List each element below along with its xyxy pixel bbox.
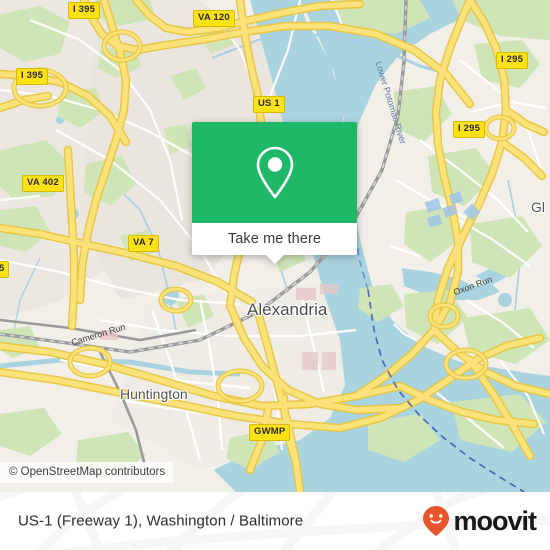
shield-i-395-top: I 395 — [68, 2, 101, 19]
callout-pointer-tail — [265, 255, 284, 264]
shield-us-1: US 1 — [253, 96, 285, 113]
moovit-wordmark: moovit — [453, 505, 537, 536]
water-pond-3 — [498, 293, 512, 307]
footer-bar: US-1 (Freeway 1), Washington / Baltimore… — [0, 492, 550, 550]
shield-va-120: VA 120 — [193, 10, 235, 27]
callout-header — [192, 122, 357, 223]
place-label-glassmanor-cut: Gl — [531, 199, 545, 215]
location-pin-icon — [256, 146, 293, 198]
shield-i-295-mid: I 295 — [453, 121, 486, 138]
map-canvas[interactable]: I 395 VA 120 I 395 US 1 I 295 I 295 VA 4… — [0, 0, 550, 492]
moovit-brand[interactable]: moovit — [421, 505, 537, 537]
moovit-map-screenshot: I 395 VA 120 I 395 US 1 I 295 I 295 VA 4… — [0, 0, 550, 550]
moovit-smiley-pin-icon — [423, 506, 450, 536]
osm-attribution[interactable]: © OpenStreetMap contributors — [0, 462, 174, 483]
shield-i-395-left: I 395 — [16, 68, 49, 85]
shield-i-295-top: I 295 — [496, 52, 529, 69]
place-label-alexandria: Alexandria — [247, 300, 328, 319]
osm-attribution-text: © OpenStreetMap contributors — [9, 466, 166, 478]
take-me-there-label: Take me there — [227, 231, 322, 247]
shield-va-402: VA 402 — [22, 175, 64, 192]
shield-gwmp: GWMP — [249, 424, 291, 441]
shield-partial-left-edge: 5 — [0, 261, 10, 278]
place-label-huntington: Huntington — [120, 386, 188, 402]
callout-footer[interactable]: Take me there — [192, 223, 357, 255]
shield-va-7: VA 7 — [128, 235, 159, 252]
take-me-there-callout[interactable]: Take me there — [192, 122, 357, 264]
footer-title: US-1 (Freeway 1), Washington / Baltimore — [18, 512, 304, 530]
